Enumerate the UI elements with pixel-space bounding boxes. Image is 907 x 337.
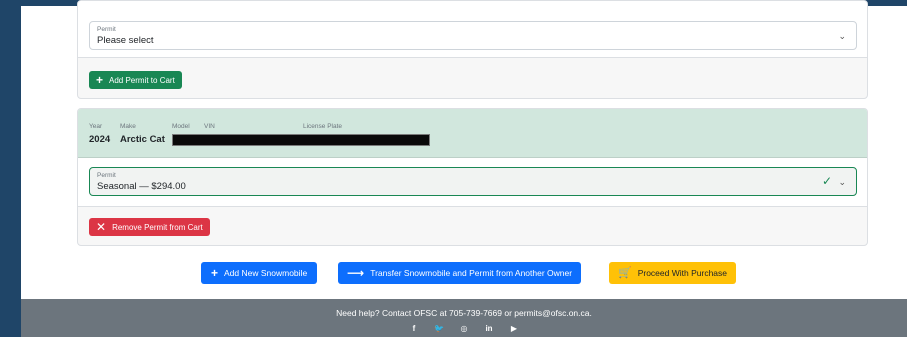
linkedin-icon[interactable]: in [483,324,495,333]
permit-select-row: Permit Please select ⌄ [78,1,867,58]
add-permit-to-cart-button[interactable]: + Add Permit to Cart [89,71,182,89]
social-links: f 🐦 ◎ in ▶ [21,324,907,333]
proceed-with-purchase-button[interactable]: 🛒 Proceed With Purchase [609,262,736,284]
permit-select-label: Permit [97,172,116,179]
transfer-snowmobile-button[interactable]: ⟶ Transfer Snowmobile and Permit from An… [338,262,582,284]
chevron-down-icon: ⌄ [838,31,846,41]
vehicle-card: Year Make Model VIN License Plate 2024 A… [77,108,868,246]
proceed-label: Proceed With Purchase [637,268,727,278]
permit-select-row: Permit Seasonal — $294.00 ✓ ⌄ [78,158,867,207]
facebook-icon[interactable]: f [408,324,420,333]
year-label: Year [89,123,103,130]
plus-icon: + [211,266,219,280]
redacted-vehicle-details [172,134,430,146]
permit-card: Permit Please select ⌄ + Add Permit to C… [77,0,868,99]
vin-label: VIN [204,123,215,130]
plus-icon: + [96,73,104,87]
permit-select[interactable]: Permit Seasonal — $294.00 ✓ ⌄ [89,167,857,196]
permit-select-value: Seasonal — $294.00 [97,181,186,192]
remove-permit-from-cart-button[interactable]: ✕ Remove Permit from Cart [89,218,210,236]
page-content: Permit Please select ⌄ + Add Permit to C… [21,0,907,337]
add-snowmobile-label: Add New Snowmobile [224,268,308,278]
permit-select-label: Permit [97,26,116,33]
license-plate-label: License Plate [303,123,343,130]
checkmark-icon: ✓ [821,174,832,188]
instagram-icon[interactable]: ◎ [458,324,470,333]
add-new-snowmobile-button[interactable]: + Add New Snowmobile [201,262,318,284]
chevron-down-icon: ⌄ [838,177,846,187]
footer-help-text: Need help? Contact OFSC at 705-739-7669 … [336,308,592,318]
youtube-icon[interactable]: ▶ [508,324,520,333]
permit-select[interactable]: Permit Please select ⌄ [89,21,857,50]
arrow-right-icon: ⟶ [347,266,365,280]
close-icon: ✕ [96,220,107,234]
vehicle-header: Year Make Model VIN License Plate 2024 A… [78,109,867,158]
footer: Need help? Contact OFSC at 705-739-7669 … [21,299,907,337]
model-label: Model [172,123,190,130]
permit-select-value: Please select [97,35,154,46]
make-label: Make [120,123,136,130]
cart-icon: 🛒 [618,266,632,279]
vehicle-year: 2024 [89,134,111,145]
twitter-icon[interactable]: 🐦 [433,324,445,333]
transfer-label: Transfer Snowmobile and Permit from Anot… [370,268,573,278]
add-permit-label: Add Permit to Cart [109,75,175,85]
remove-permit-label: Remove Permit from Cart [112,222,203,232]
vehicle-make: Arctic Cat [120,134,165,145]
